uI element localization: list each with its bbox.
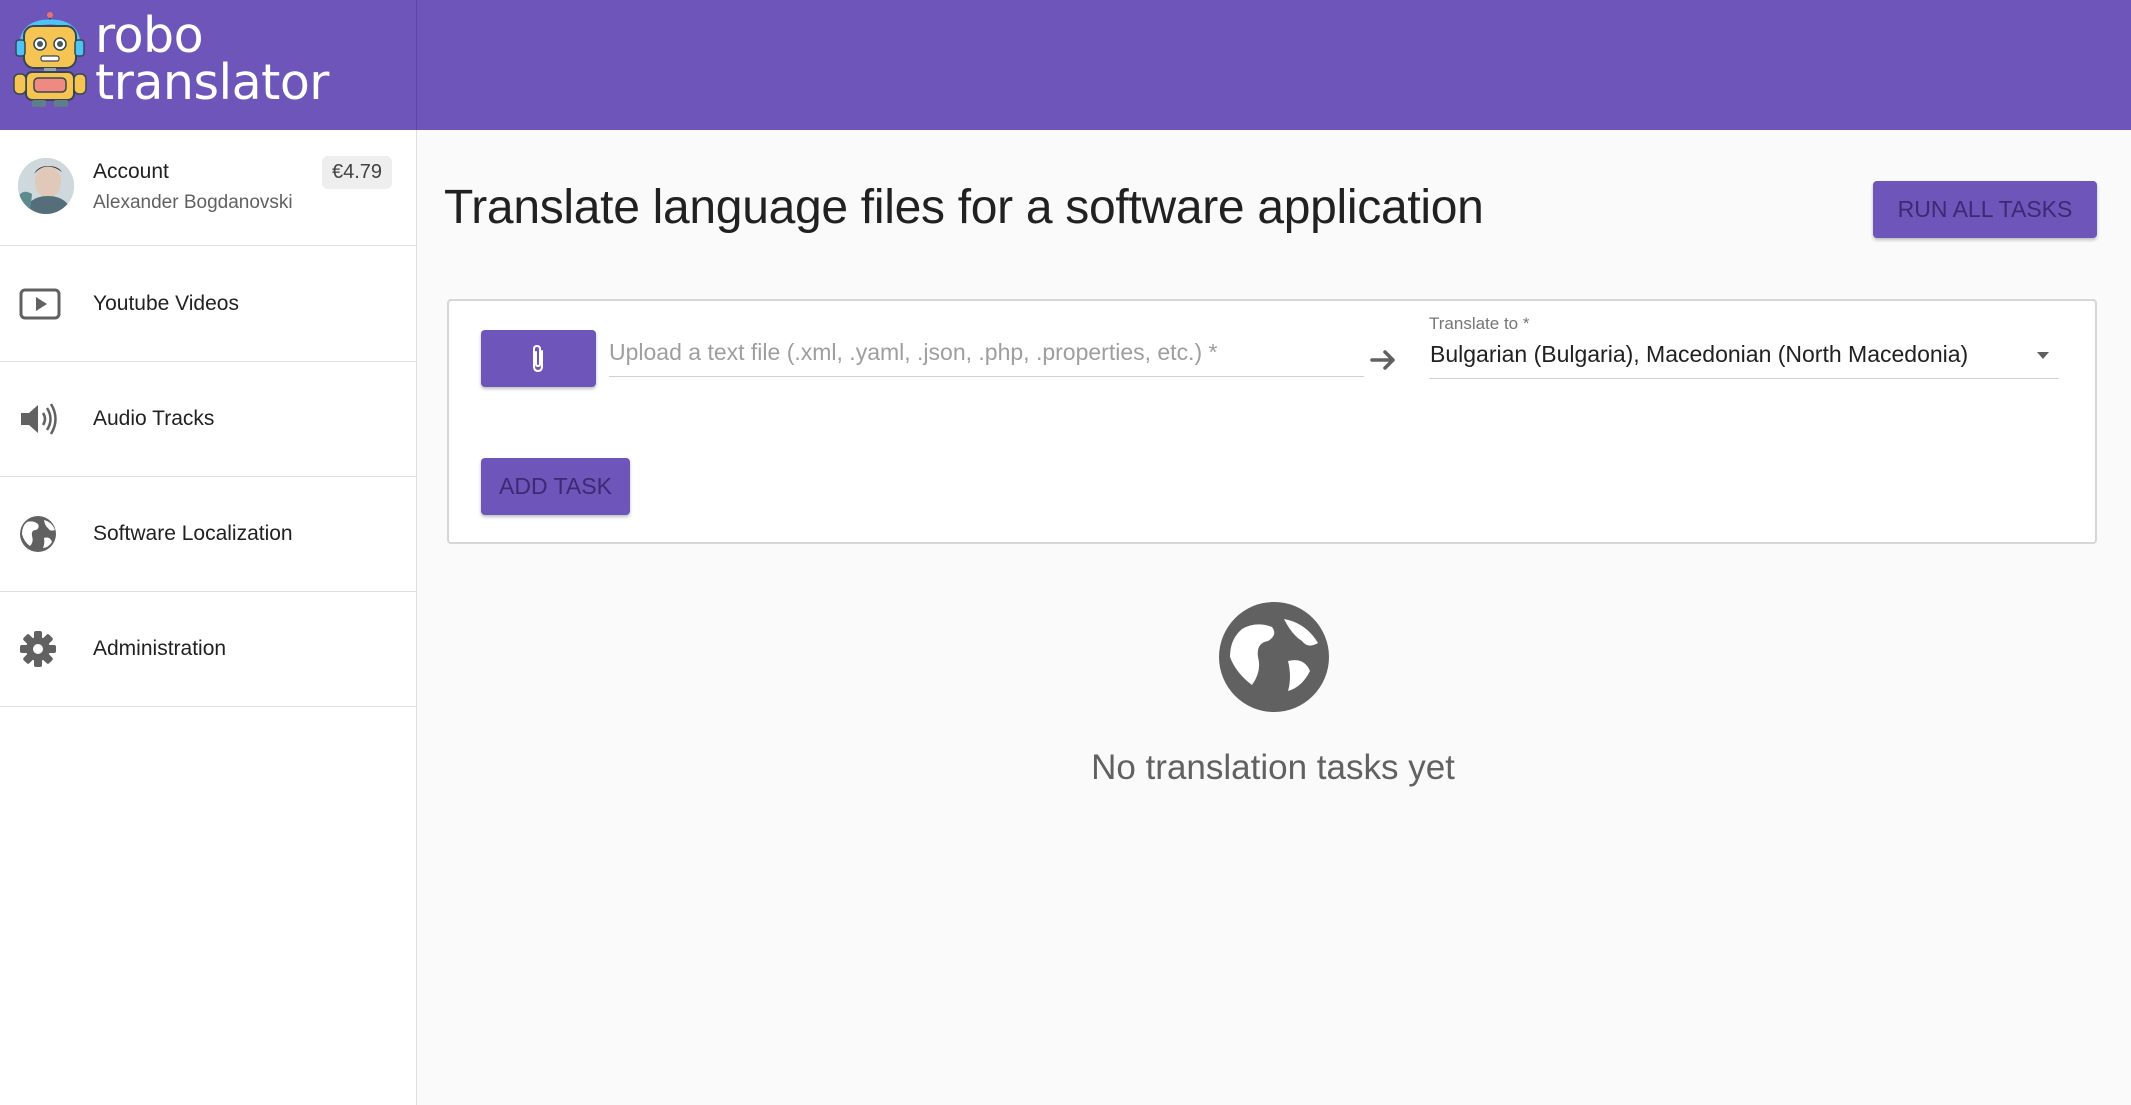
sidebar-item-account[interactable]: Account Alexander Bogdanovski €4.79 (0, 130, 417, 246)
translate-to-value: Bulgarian (Bulgaria), Macedonian (North … (1430, 341, 1969, 367)
sidebar-item-label: Audio Tracks (93, 407, 215, 430)
page-title: Translate language files for a software … (444, 181, 1484, 234)
chevron-down-icon (2037, 352, 2049, 359)
sidebar-item-audio-tracks[interactable]: Audio Tracks (0, 361, 417, 477)
add-task-button[interactable]: ADD TASK (481, 458, 630, 515)
globe-icon (20, 516, 56, 552)
paperclip-icon (533, 344, 543, 373)
upload-placeholder: Upload a text file (.xml, .yaml, .json, … (609, 339, 1218, 365)
run-all-tasks-button[interactable]: RUN ALL TASKS (1873, 181, 2097, 238)
sidebar-item-label: Youtube Videos (93, 292, 239, 315)
empty-state-text: No translation tasks yet (1091, 748, 1455, 787)
sidebar-item-label: Administration (93, 637, 227, 660)
app-header: robo translator (0, 0, 2131, 130)
arrow-right-icon (1370, 350, 1395, 370)
logo-line-2: translator (95, 54, 329, 111)
logo-line-1: robo (95, 7, 204, 64)
translate-to-select[interactable]: Bulgarian (Bulgaria), Macedonian (North … (1429, 337, 2059, 379)
balance-badge: €4.79 (322, 156, 393, 189)
sidebar-item-administration[interactable]: Administration (0, 591, 417, 707)
logo[interactable]: robo translator (0, 0, 417, 130)
gear-icon (20, 631, 56, 667)
globe-icon (1219, 602, 1329, 712)
user-avatar-icon (18, 158, 74, 214)
attach-file-button[interactable] (481, 330, 596, 387)
translate-to-label: Translate to * (1429, 314, 1530, 333)
sidebar-item-label: Software Localization (93, 522, 293, 545)
play-icon (19, 288, 61, 320)
account-name: Alexander Bogdanovski (93, 192, 293, 213)
sidebar-item-software-localization[interactable]: Software Localization (0, 476, 417, 592)
avatar (18, 158, 74, 214)
account-label: Account (93, 160, 169, 183)
sidebar-item-youtube-videos[interactable]: Youtube Videos (0, 246, 417, 362)
task-card: Upload a text file (.xml, .yaml, .json, … (447, 299, 2097, 544)
robot-logo-icon (13, 12, 87, 107)
upload-file-input[interactable]: Upload a text file (.xml, .yaml, .json, … (609, 339, 1364, 377)
logo-text: robo translator (95, 7, 329, 111)
speaker-icon (21, 403, 57, 435)
sidebar: Account Alexander Bogdanovski €4.79 Yout… (0, 130, 417, 1105)
